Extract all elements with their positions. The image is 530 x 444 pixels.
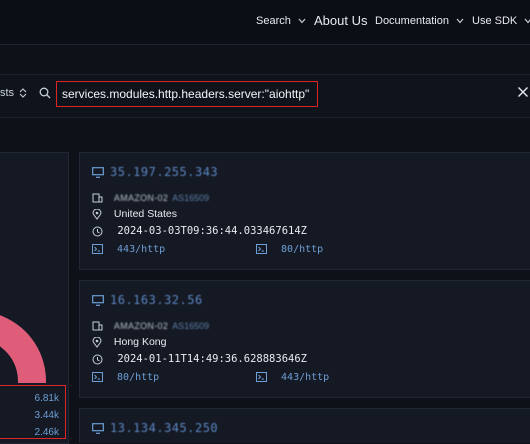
- port-label: 443/http: [281, 372, 330, 383]
- port-label: 443/http: [117, 244, 166, 255]
- building-icon: [92, 193, 103, 203]
- clock-icon: [92, 354, 103, 364]
- terminal-icon: [256, 244, 267, 254]
- result-org-line: AMAZON-02 AS16509: [92, 192, 209, 204]
- result-location: United States: [113, 208, 177, 220]
- donut-chart: [0, 315, 46, 383]
- stats-counts: 6.81k 3.44k 2.46k: [0, 385, 66, 439]
- nav-search-label: Search: [256, 15, 291, 27]
- result-ip-link[interactable]: 16.163.32.56: [110, 293, 203, 307]
- location-pin-icon: [92, 336, 102, 348]
- result-timestamp: 2024-03-03T09:36:44.033467614Z: [117, 225, 307, 237]
- result-card: 16.163.32.56 AMAZON-02 AS16509 Hong Kong …: [79, 280, 530, 398]
- result-org-line: AMAZON-02 AS16509: [92, 320, 209, 332]
- stat-value: 2.46k: [34, 427, 59, 438]
- search-bar: sts services.modules.http.headers.server…: [0, 74, 530, 118]
- top-nav: Search About Us Documentation Use SDK: [0, 0, 530, 45]
- nav-documentation-menu[interactable]: Documentation: [375, 12, 464, 30]
- stat-value: 6.81k: [34, 393, 59, 404]
- terminal-icon: [92, 244, 103, 254]
- result-org-extra: AS16509: [172, 193, 210, 203]
- donut-group: [0, 315, 46, 383]
- monitor-icon: [92, 295, 104, 306]
- result-time-line: 2024-01-11T14:49:36.628883646Z: [92, 353, 307, 365]
- nav-sdk-menu[interactable]: Use SDK: [472, 12, 530, 30]
- building-icon: [92, 321, 103, 331]
- result-time-line: 2024-03-03T09:36:44.033467614Z: [92, 225, 307, 237]
- search-input[interactable]: services.modules.http.headers.server:"ai…: [56, 81, 318, 107]
- close-icon[interactable]: [517, 86, 529, 98]
- chevron-down-icon: [298, 18, 306, 24]
- monitor-icon: [92, 423, 104, 434]
- clock-icon: [92, 226, 103, 236]
- nav-search-menu[interactable]: Search: [256, 12, 306, 30]
- port-link[interactable]: 80/http: [92, 372, 159, 383]
- result-org: AMAZON-02: [113, 321, 169, 331]
- nav-documentation-label: Documentation: [375, 15, 449, 27]
- chevron-down-icon: [456, 18, 464, 24]
- terminal-icon: [92, 372, 103, 382]
- nav-sdk-label: Use SDK: [472, 15, 518, 27]
- result-location: Hong Kong: [113, 336, 167, 348]
- result-card: 13.134.345.250: [79, 408, 530, 443]
- donut-slice-primary: [0, 315, 46, 383]
- result-location-line: United States: [92, 208, 177, 220]
- result-location-line: Hong Kong: [92, 336, 166, 348]
- search-icon: [39, 87, 51, 99]
- sort-updown-icon: [19, 88, 27, 98]
- result-org: AMAZON-02: [113, 193, 169, 203]
- port-link[interactable]: 443/http: [92, 244, 165, 255]
- port-link[interactable]: 80/http: [256, 244, 323, 255]
- port-label: 80/http: [117, 372, 160, 383]
- result-ip-link[interactable]: 13.134.345.250: [110, 421, 218, 435]
- result-card: 35.197.255.343 AMAZON-02 AS16509 United S…: [79, 152, 530, 270]
- stat-value: 3.44k: [34, 410, 59, 421]
- result-timestamp: 2024-01-11T14:49:36.628883646Z: [117, 353, 307, 365]
- nav-about-link[interactable]: About Us: [314, 12, 367, 30]
- result-org-extra: AS16509: [172, 321, 210, 331]
- scope-select[interactable]: sts: [0, 87, 27, 99]
- port-label: 80/http: [281, 244, 324, 255]
- port-link[interactable]: 443/http: [256, 372, 329, 383]
- scope-select-label: sts: [0, 87, 15, 99]
- monitor-icon: [92, 167, 104, 178]
- terminal-icon: [256, 372, 267, 382]
- chevron-down-icon: [524, 18, 530, 24]
- location-pin-icon: [92, 208, 102, 220]
- result-ip-link[interactable]: 35.197.255.343: [110, 165, 218, 179]
